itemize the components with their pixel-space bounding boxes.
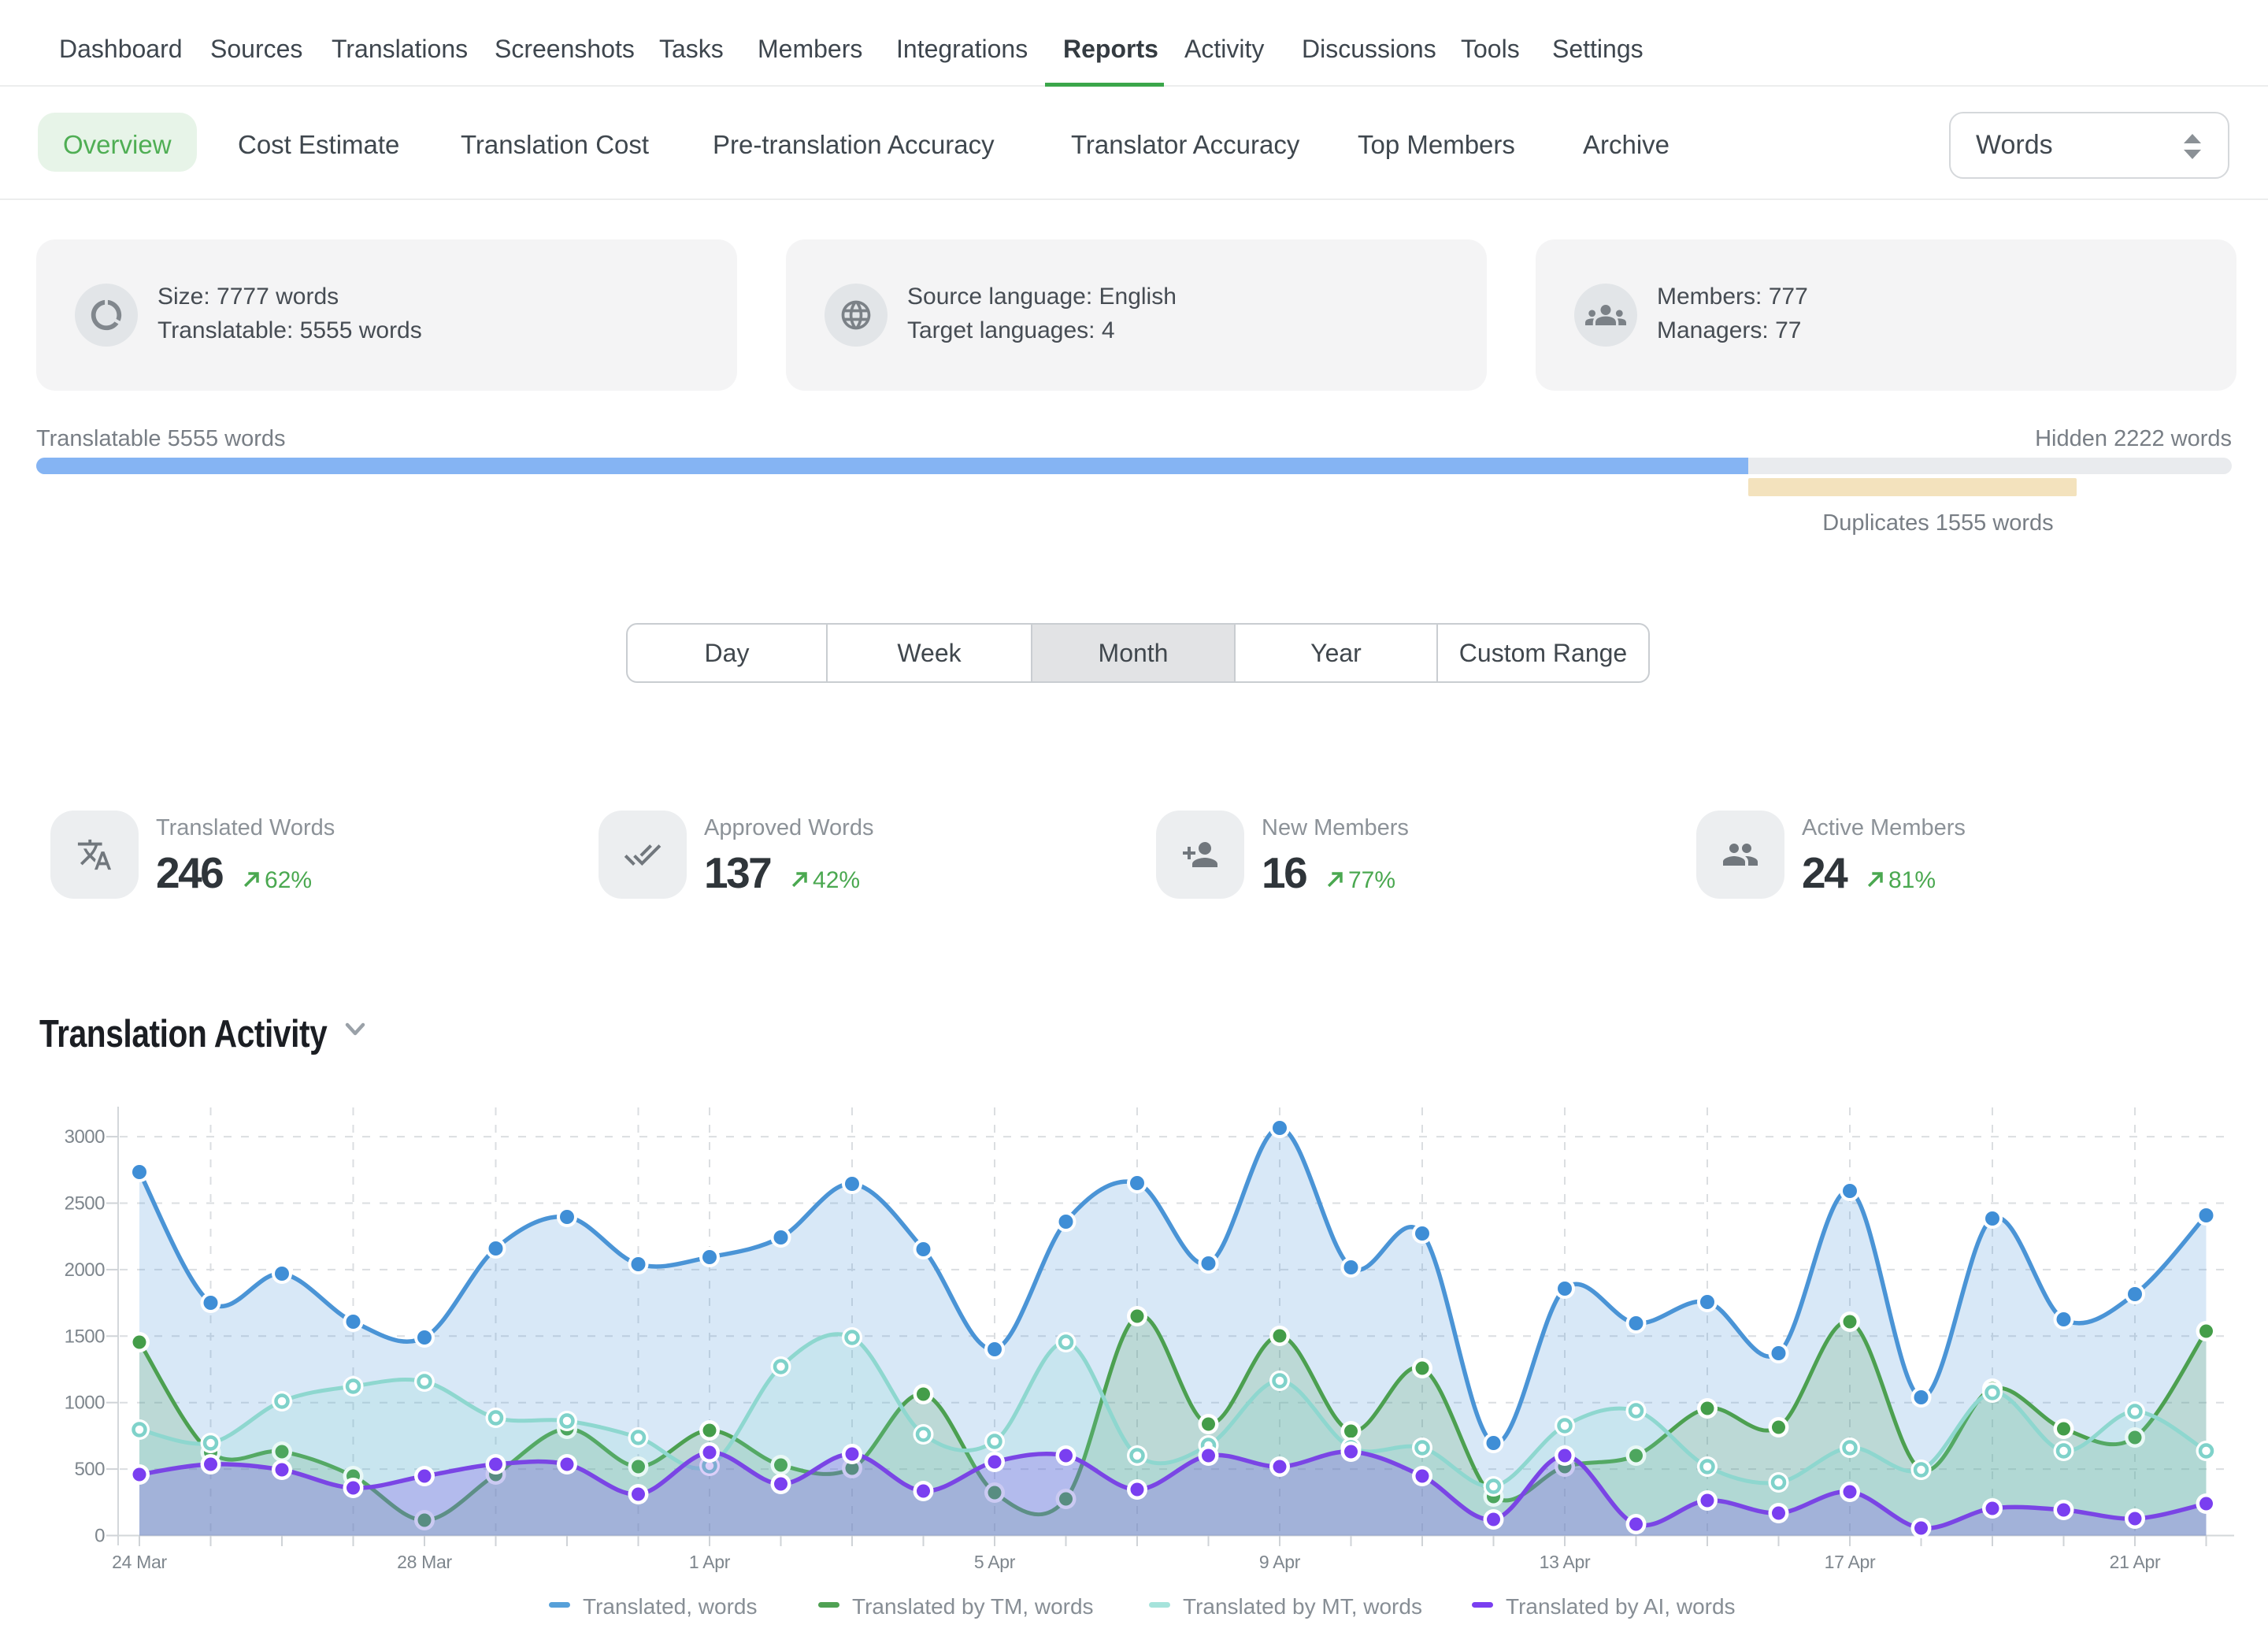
svg-text:17 Apr: 17 Apr xyxy=(1825,1552,1876,1572)
svg-text:24 Mar: 24 Mar xyxy=(112,1552,167,1572)
svg-text:9 Apr: 9 Apr xyxy=(1259,1552,1301,1572)
svg-text:1500: 1500 xyxy=(65,1326,106,1347)
svg-text:3000: 3000 xyxy=(65,1126,106,1148)
svg-text:0: 0 xyxy=(94,1526,105,1547)
svg-text:5 Apr: 5 Apr xyxy=(974,1552,1016,1572)
svg-text:Translated by TM, words: Translated by TM, words xyxy=(852,1594,1094,1619)
svg-text:Translated by AI, words: Translated by AI, words xyxy=(1506,1594,1736,1619)
svg-text:Translated, words: Translated, words xyxy=(583,1594,758,1619)
svg-text:500: 500 xyxy=(74,1459,105,1480)
svg-text:Translated by MT, words: Translated by MT, words xyxy=(1183,1594,1422,1619)
svg-text:1 Apr: 1 Apr xyxy=(689,1552,731,1572)
svg-text:13 Apr: 13 Apr xyxy=(1540,1552,1591,1572)
svg-text:21 Apr: 21 Apr xyxy=(2110,1552,2161,1572)
svg-text:2000: 2000 xyxy=(65,1259,106,1281)
svg-text:1000: 1000 xyxy=(65,1393,106,1414)
svg-text:28 Mar: 28 Mar xyxy=(397,1552,452,1572)
svg-text:2500: 2500 xyxy=(65,1193,106,1215)
